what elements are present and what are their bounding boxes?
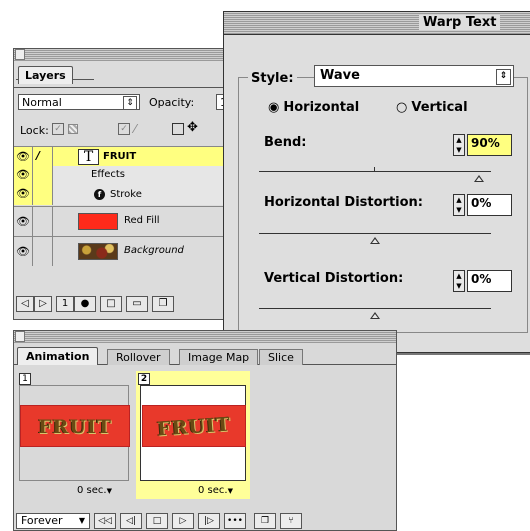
- frame-delay-value: 0 sec.: [198, 485, 228, 496]
- layer-name-fruit: FRUIT: [103, 151, 137, 162]
- tab-slice[interactable]: Slice: [259, 349, 303, 365]
- h-distortion-stepper[interactable]: ▲ ▼: [453, 194, 465, 216]
- next-frame-icon[interactable]: ▷: [34, 296, 52, 312]
- tab-layers[interactable]: Layers: [18, 66, 73, 84]
- first-frame-icon[interactable]: ◁◁: [94, 513, 116, 529]
- v-distortion-stepper[interactable]: ▲ ▼: [453, 270, 465, 292]
- previous-frame-icon[interactable]: ◁: [16, 296, 34, 312]
- stop-icon[interactable]: □: [146, 513, 168, 529]
- opacity-label: Opacity:: [149, 96, 195, 109]
- add-mask-icon[interactable]: □: [100, 296, 122, 312]
- loop-select[interactable]: Forever ▼: [16, 513, 90, 529]
- radio-selected-icon: ◉: [268, 100, 280, 115]
- palette-title-bar[interactable]: [14, 331, 396, 343]
- move-icon: ✥: [187, 120, 198, 135]
- style-select[interactable]: Wave ⇕: [314, 65, 514, 87]
- eye-icon[interactable]: 👁: [15, 244, 31, 260]
- lock-transparency-checkbox[interactable]: ✓: [52, 123, 64, 135]
- chevron-updown-icon: ⇕: [123, 96, 137, 110]
- vertical-label: Vertical: [411, 100, 468, 115]
- blend-mode-select[interactable]: Normal ⇕: [18, 94, 140, 110]
- lock-image-checkbox[interactable]: ✓: [118, 123, 130, 135]
- lock-position-checkbox[interactable]: [172, 123, 184, 135]
- brush-link-icon[interactable]: ∕: [36, 149, 40, 162]
- h-distortion-slider-thumb[interactable]: [370, 237, 380, 244]
- eye-icon[interactable]: 👁: [15, 149, 31, 165]
- next-frame-icon[interactable]: |▷: [198, 513, 220, 529]
- stroke-label: Stroke: [110, 189, 142, 200]
- bend-label: Bend:: [264, 135, 307, 150]
- frame-thumbnail-text: FRUIT: [156, 413, 232, 441]
- warp-text-dialog: Warp Text Style: Wave ⇕ ◉ Horizontal ○ V…: [223, 11, 530, 353]
- frame-number: 1: [19, 373, 31, 385]
- eye-icon[interactable]: 👁: [15, 186, 31, 202]
- eye-icon[interactable]: 👁: [15, 167, 31, 183]
- chevron-updown-icon: ⇕: [496, 69, 511, 85]
- trash-icon[interactable]: ⑂: [280, 513, 302, 529]
- chevron-down-icon: ▼: [78, 516, 85, 525]
- v-distortion-label: Vertical Distortion:: [264, 271, 404, 286]
- style-label: Style:: [248, 71, 297, 86]
- effects-label: Effects: [91, 169, 125, 180]
- v-distortion-slider-track[interactable]: [259, 308, 491, 309]
- close-box-icon[interactable]: [15, 49, 25, 60]
- h-distortion-field[interactable]: 0%: [467, 194, 512, 216]
- style-value: Wave: [320, 68, 360, 83]
- frame-1[interactable]: 1 FRUIT 0 sec.▼: [17, 371, 131, 499]
- horizontal-radio[interactable]: ◉ Horizontal: [268, 100, 359, 115]
- v-distortion-value: 0%: [471, 272, 492, 286]
- background-thumbnail: [78, 243, 118, 260]
- animation-control-bar: Forever ▼ ◁◁ ◁| □ ▷ |▷ ••• ❐ ⑂: [14, 513, 396, 530]
- tween-icon[interactable]: •••: [224, 513, 246, 529]
- layer-index-icon[interactable]: 1: [56, 296, 74, 312]
- layer-name-background: Background: [124, 245, 184, 256]
- frame-thumbnail: FRUIT: [142, 405, 246, 447]
- tab-animation[interactable]: Animation: [17, 347, 99, 365]
- frame-2[interactable]: 2 FRUIT 0 sec.▼: [136, 371, 250, 499]
- bend-field[interactable]: 90%: [467, 134, 512, 156]
- transparency-icon: [68, 124, 78, 134]
- h-distortion-value: 0%: [471, 196, 492, 210]
- new-folder-icon[interactable]: ▭: [126, 296, 148, 312]
- new-frame-icon[interactable]: ❐: [254, 513, 276, 529]
- frame-delay[interactable]: 0 sec.▼: [198, 485, 233, 496]
- lock-label: Lock:: [20, 124, 49, 137]
- h-distortion-slider-track[interactable]: [259, 233, 491, 234]
- frame-delay-value: 0 sec.: [77, 485, 107, 496]
- play-icon[interactable]: ▷: [172, 513, 194, 529]
- effect-icon: f: [94, 189, 105, 200]
- frame-thumbnail-text: FRUIT: [38, 416, 112, 438]
- new-layer-icon[interactable]: ❐: [152, 296, 174, 312]
- tab-image-map[interactable]: Image Map: [179, 349, 259, 365]
- frame-delay[interactable]: 0 sec.▼: [77, 485, 112, 496]
- close-box-icon[interactable]: [15, 331, 25, 342]
- tab-rollover[interactable]: Rollover: [107, 349, 170, 365]
- layer-name-red-fill: Red Fill: [124, 215, 160, 226]
- v-distortion-slider-thumb[interactable]: [370, 312, 380, 319]
- frame-number: 2: [138, 373, 150, 385]
- v-distortion-field[interactable]: 0%: [467, 270, 512, 292]
- h-distortion-label: Horizontal Distortion:: [264, 195, 423, 210]
- bend-slider-track[interactable]: [259, 171, 491, 172]
- animation-palette: Animation Rollover Image Map Slice 1 FRU…: [13, 330, 397, 531]
- vertical-radio[interactable]: ○ Vertical: [396, 100, 468, 115]
- brush-icon: ⁄: [134, 122, 137, 136]
- previous-frame-icon[interactable]: ◁|: [120, 513, 142, 529]
- eye-icon[interactable]: 👁: [15, 214, 31, 230]
- horizontal-label: Horizontal: [283, 100, 360, 115]
- frame-thumbnail: FRUIT: [20, 405, 130, 447]
- bend-value: 90%: [471, 136, 500, 150]
- dialog-title: Warp Text: [419, 15, 501, 30]
- slider-center-tick: [374, 167, 375, 171]
- add-effect-icon[interactable]: ●: [74, 296, 96, 312]
- bend-stepper[interactable]: ▲ ▼: [453, 134, 465, 156]
- text-layer-icon: T: [78, 149, 99, 165]
- red-fill-thumbnail: [78, 213, 118, 230]
- loop-value: Forever: [21, 514, 63, 527]
- bend-slider-thumb[interactable]: [474, 175, 485, 182]
- radio-unselected-icon: ○: [396, 100, 408, 115]
- blend-mode-value: Normal: [22, 96, 62, 109]
